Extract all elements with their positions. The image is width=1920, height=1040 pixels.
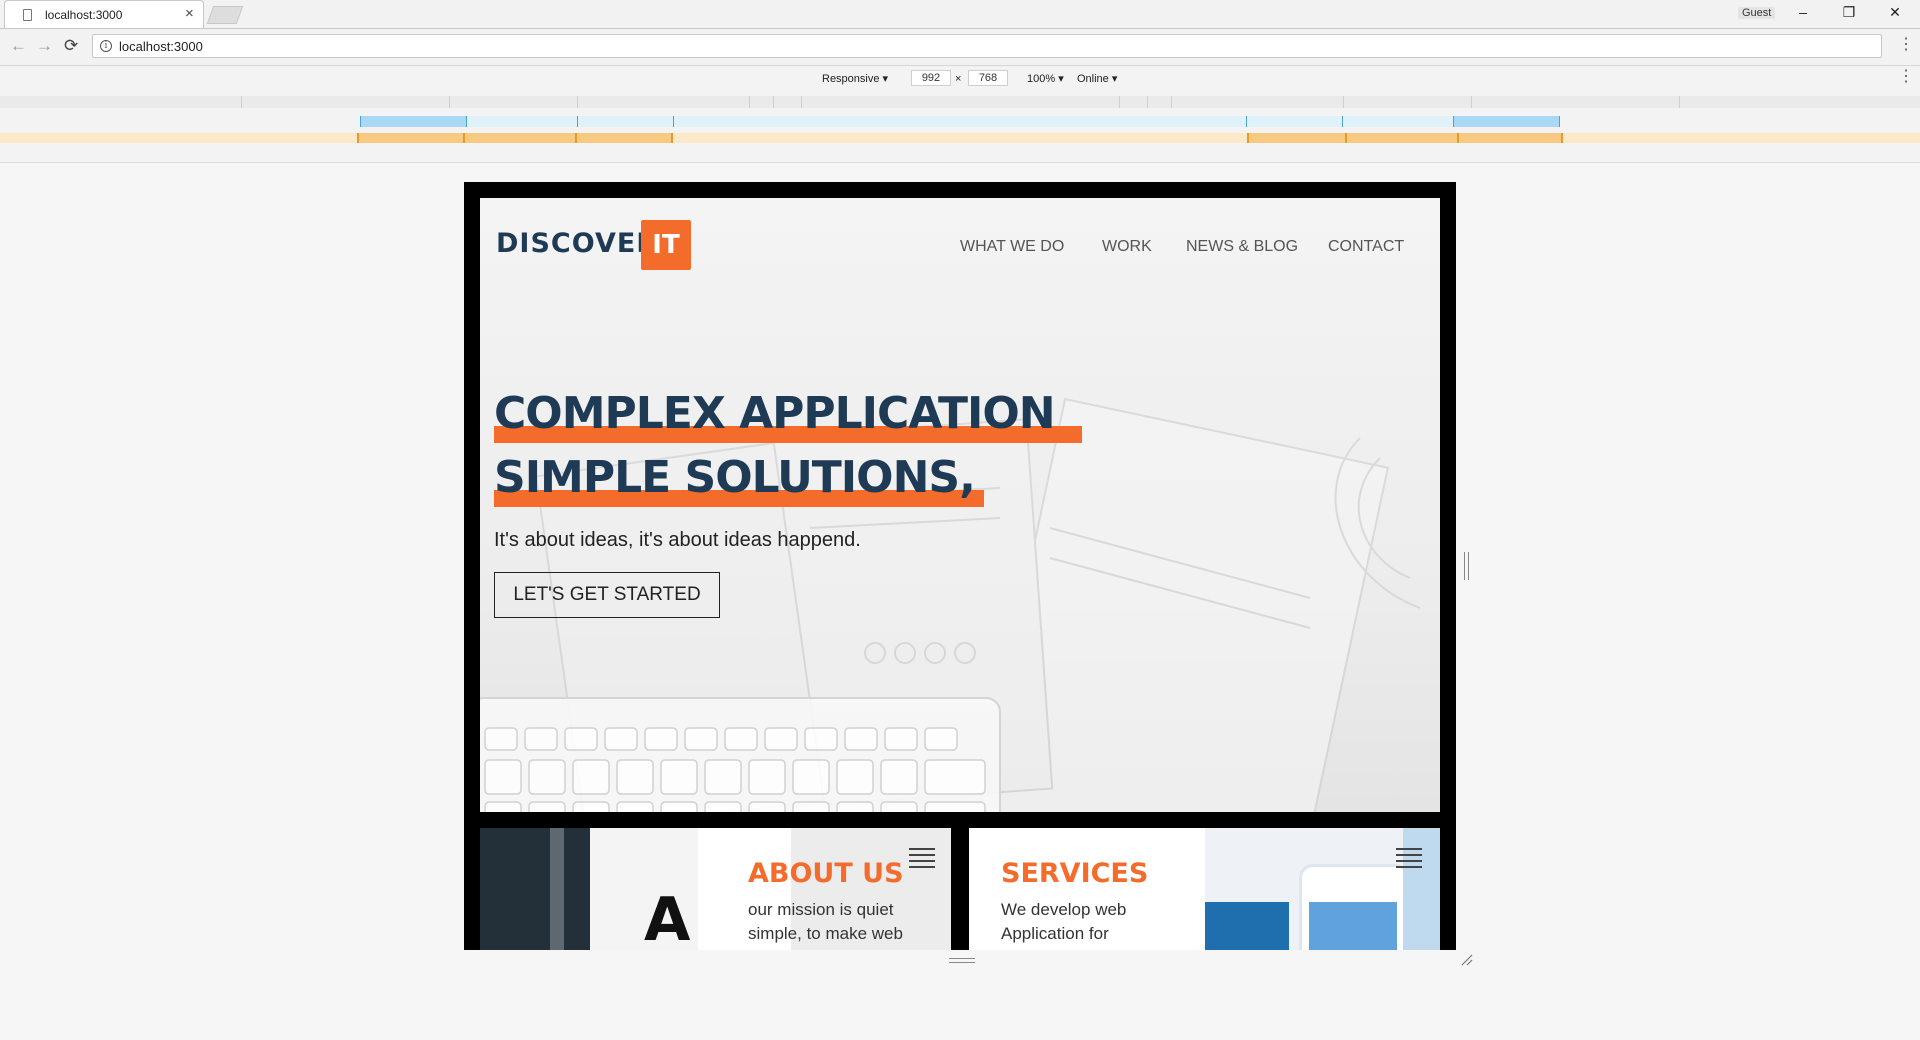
ruler-tick[interactable] xyxy=(577,96,578,108)
services-text-line-2: Application for xyxy=(1001,924,1109,943)
hamburger-menu-icon[interactable] xyxy=(909,848,935,868)
resize-height-handle[interactable] xyxy=(949,958,975,963)
media-query-bar[interactable] xyxy=(1453,116,1560,127)
media-query-bar[interactable] xyxy=(357,133,463,143)
media-query-bar[interactable] xyxy=(1247,133,1345,143)
headline-line-2: SIMPLE SOLUTIONS, xyxy=(494,452,976,503)
resize-width-handle[interactable] xyxy=(1464,552,1469,580)
media-query-bar[interactable] xyxy=(577,116,674,127)
address-bar[interactable] xyxy=(92,34,1882,58)
about-card: A ABOUT US our mission is quiet simple, … xyxy=(480,828,951,950)
resize-corner-icon[interactable] xyxy=(1461,954,1473,966)
ruler-tick[interactable] xyxy=(801,96,802,108)
headline-line-1: COMPLEX APPLICATION xyxy=(494,388,1056,439)
close-window-icon[interactable]: ✕ xyxy=(1880,4,1910,21)
ruler-tick[interactable] xyxy=(1119,96,1120,108)
ruler-tick[interactable] xyxy=(1147,96,1148,108)
ruler-tick[interactable] xyxy=(1171,96,1172,108)
dimension-separator: × xyxy=(955,73,962,85)
logo-text[interactable]: DISCOVER xyxy=(496,228,658,259)
url-text[interactable]: localhost:3000 xyxy=(119,39,203,54)
restore-icon[interactable]: ❐ xyxy=(1834,4,1864,21)
browser-menu-icon[interactable]: ⋮ xyxy=(1898,36,1914,54)
get-started-button[interactable]: LET'S GET STARTED xyxy=(494,572,720,618)
emulated-viewport: DISCOVER IT WHAT WE DO WORK NEWS & BLOG … xyxy=(464,182,1456,950)
max-width-media-queries[interactable] xyxy=(360,116,1560,127)
user-badge[interactable]: Guest xyxy=(1738,7,1776,19)
ruler-tick[interactable] xyxy=(1679,96,1680,108)
viewport-width-input[interactable]: 992 xyxy=(911,70,951,86)
media-query-bar[interactable] xyxy=(360,116,467,127)
nav-what-we-do[interactable]: WHAT WE DO xyxy=(960,238,1064,256)
device-toolbar-menu-icon[interactable]: ⋮ xyxy=(1898,68,1914,86)
nav-work[interactable]: WORK xyxy=(1102,238,1152,256)
services-title: SERVICES xyxy=(1001,858,1149,889)
ruler-tick[interactable] xyxy=(449,96,450,108)
media-query-bar[interactable] xyxy=(575,133,673,143)
tab-strip xyxy=(0,0,1920,29)
min-width-media-queries[interactable] xyxy=(0,133,1920,143)
reload-icon[interactable]: ⟳ xyxy=(64,37,78,55)
tab-title: localhost:3000 xyxy=(45,8,123,22)
ruler-tick[interactable] xyxy=(773,96,774,108)
nav-contact[interactable]: CONTACT xyxy=(1328,238,1404,256)
zoom-select[interactable]: 100% ▾ xyxy=(1027,72,1064,85)
network-throttle-select[interactable]: Online ▾ xyxy=(1077,72,1117,85)
ruler-tick[interactable] xyxy=(749,96,750,108)
browser-tab[interactable]: localhost:3000 × xyxy=(4,0,204,28)
media-query-bar[interactable] xyxy=(1345,133,1457,143)
info-icon[interactable]: i xyxy=(100,40,112,52)
services-text-line-1: We develop web xyxy=(1001,900,1127,919)
hamburger-menu-icon[interactable] xyxy=(1396,848,1422,868)
media-query-bar[interactable] xyxy=(463,133,575,143)
about-image: A xyxy=(480,828,698,950)
viewport-height-input[interactable]: 768 xyxy=(968,70,1008,86)
about-title: ABOUT US xyxy=(748,858,904,889)
logo-badge[interactable]: IT xyxy=(641,220,691,270)
media-query-bar[interactable] xyxy=(1246,116,1343,127)
tab-close-icon[interactable]: × xyxy=(185,6,194,22)
forward-icon[interactable]: → xyxy=(36,37,53,55)
ruler-tick[interactable] xyxy=(241,96,242,108)
page-icon xyxy=(23,9,32,21)
about-text-line-2: simple, to make web xyxy=(748,924,903,943)
services-image xyxy=(1205,828,1440,950)
media-query-bar[interactable] xyxy=(1457,133,1563,143)
back-icon[interactable]: ← xyxy=(10,37,27,55)
nav-news-blog[interactable]: NEWS & BLOG xyxy=(1186,238,1298,256)
services-card: SERVICES We develop web Application for xyxy=(969,828,1440,950)
minimize-icon[interactable]: – xyxy=(1788,4,1818,20)
ruler-tick[interactable] xyxy=(1343,96,1344,108)
device-size-ruler[interactable] xyxy=(0,96,1920,108)
hero-section: DISCOVER IT WHAT WE DO WORK NEWS & BLOG … xyxy=(480,198,1440,812)
ruler-tick[interactable] xyxy=(1471,96,1472,108)
about-text-line-1: our mission is quiet xyxy=(748,900,894,919)
device-mode-select[interactable]: Responsive ▾ xyxy=(822,72,888,85)
hero-subtitle: It's about ideas, it's about ideas happe… xyxy=(494,529,861,551)
